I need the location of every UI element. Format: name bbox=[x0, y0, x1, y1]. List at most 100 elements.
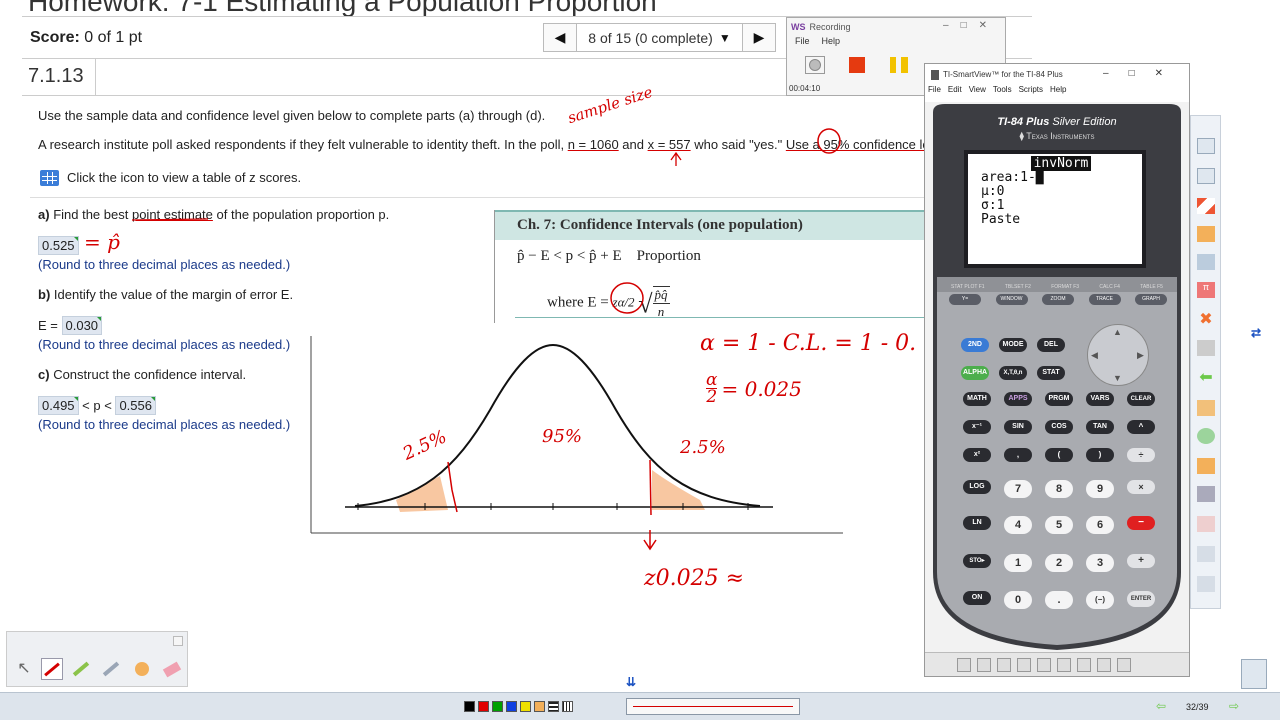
menu-help[interactable]: Help bbox=[1050, 85, 1066, 99]
settings-icon[interactable] bbox=[1097, 657, 1111, 672]
highlighter-icon[interactable] bbox=[1197, 226, 1215, 242]
key-alpha[interactable]: ALPHA bbox=[961, 366, 989, 380]
question-select[interactable]: 8 of 15 (0 complete) ▼ bbox=[577, 23, 742, 52]
key-power[interactable]: ^ bbox=[1127, 420, 1155, 434]
key-0[interactable]: 0 bbox=[1004, 591, 1032, 609]
key-3[interactable]: 3 bbox=[1086, 554, 1114, 572]
app-tray-icon[interactable] bbox=[1241, 659, 1267, 689]
part-c-upper-answer[interactable]: 0.556 bbox=[115, 396, 156, 415]
menu-scripts[interactable]: Scripts bbox=[1019, 85, 1043, 99]
palette-close-icon[interactable] bbox=[173, 636, 183, 646]
key-xtn[interactable]: X,T,θ,n bbox=[999, 366, 1027, 380]
pointer-icon[interactable]: ↖ bbox=[13, 658, 35, 680]
window-controls[interactable]: –□✕ bbox=[1103, 68, 1183, 79]
back-arrow-icon[interactable]: ⬅ bbox=[1197, 370, 1215, 386]
menu-edit[interactable]: Edit bbox=[948, 85, 962, 99]
menu-tools[interactable]: Tools bbox=[993, 85, 1012, 99]
protractor-icon[interactable] bbox=[1197, 428, 1215, 444]
key-clear[interactable]: CLEAR bbox=[1127, 392, 1155, 406]
key-7[interactable]: 7 bbox=[1004, 480, 1032, 498]
part-c-lower-answer[interactable]: 0.495 bbox=[38, 396, 79, 415]
part-a-answer[interactable]: 0.525 bbox=[38, 236, 79, 255]
arrow-left-icon[interactable]: ◀ bbox=[1091, 350, 1098, 361]
key-vars[interactable]: VARS bbox=[1086, 392, 1114, 406]
key-trace[interactable]: TRACE bbox=[1088, 294, 1121, 305]
toolbar-tool-icon[interactable] bbox=[1197, 138, 1215, 154]
key-tan[interactable]: TAN bbox=[1086, 420, 1114, 434]
key-open-paren[interactable]: ( bbox=[1045, 448, 1073, 462]
shape-tool-icon[interactable] bbox=[131, 658, 153, 680]
eraser-icon[interactable] bbox=[161, 658, 183, 680]
key-2[interactable]: 2 bbox=[1045, 554, 1073, 572]
arrow-down-icon[interactable]: ▼ bbox=[1113, 373, 1122, 383]
key-negative[interactable]: (−) bbox=[1086, 591, 1114, 609]
pen-icon[interactable] bbox=[41, 658, 63, 680]
previous-question-button[interactable]: ◀ bbox=[543, 23, 577, 52]
open-icon[interactable] bbox=[977, 657, 991, 672]
menu-help[interactable]: Help bbox=[822, 36, 841, 46]
save-icon[interactable] bbox=[997, 657, 1011, 672]
menu-file[interactable]: File bbox=[795, 36, 810, 46]
emulator-icon[interactable] bbox=[1017, 657, 1031, 672]
key-store[interactable]: STO▸ bbox=[963, 554, 991, 568]
key-sin[interactable]: SIN bbox=[1004, 420, 1032, 434]
key-y-equals[interactable]: Y= bbox=[949, 294, 981, 305]
key-subtract[interactable]: − bbox=[1127, 516, 1155, 530]
camera-icon[interactable] bbox=[1197, 486, 1215, 502]
layout-icon[interactable] bbox=[1117, 657, 1131, 672]
key-multiply[interactable]: × bbox=[1127, 480, 1155, 494]
key-decimal[interactable]: . bbox=[1045, 591, 1073, 609]
color-black[interactable] bbox=[464, 701, 475, 712]
key-comma[interactable]: , bbox=[1004, 448, 1032, 462]
color-blue[interactable] bbox=[506, 701, 517, 712]
color-green[interactable] bbox=[492, 701, 503, 712]
key-close-paren[interactable]: ) bbox=[1086, 448, 1114, 462]
key-2nd[interactable]: 2ND bbox=[961, 338, 989, 352]
key-6[interactable]: 6 bbox=[1086, 516, 1114, 534]
z-table-link[interactable]: Click the icon to view a table of z scor… bbox=[67, 170, 301, 185]
line-style-icon[interactable] bbox=[562, 701, 573, 712]
previous-page-icon[interactable]: ⇦ bbox=[1156, 700, 1168, 712]
key-inverse[interactable]: x⁻¹ bbox=[963, 420, 991, 434]
window-controls[interactable]: –□✕ bbox=[943, 20, 999, 31]
table-icon[interactable] bbox=[1197, 400, 1215, 416]
ruler-icon[interactable] bbox=[1197, 254, 1215, 270]
key-4[interactable]: 4 bbox=[1004, 516, 1032, 534]
key-zoom[interactable]: ZOOM bbox=[1042, 294, 1074, 305]
key-cos[interactable]: COS bbox=[1045, 420, 1073, 434]
key-mode[interactable]: MODE bbox=[999, 338, 1027, 352]
capture-icon[interactable] bbox=[957, 657, 971, 672]
crop-icon[interactable] bbox=[1197, 340, 1215, 356]
view-icon[interactable] bbox=[1077, 657, 1091, 672]
eraser-icon[interactable] bbox=[1197, 516, 1215, 532]
key-9[interactable]: 9 bbox=[1086, 480, 1114, 498]
key-apps[interactable]: APPS bbox=[1004, 392, 1032, 406]
key-del[interactable]: DEL bbox=[1037, 338, 1065, 352]
pi-icon[interactable]: π bbox=[1197, 282, 1215, 298]
next-question-button[interactable]: ▶ bbox=[742, 23, 776, 52]
table-icon[interactable] bbox=[40, 170, 59, 186]
next-page-icon[interactable]: ⇨ bbox=[1229, 700, 1241, 712]
color-red[interactable] bbox=[478, 701, 489, 712]
sync-icon[interactable] bbox=[1037, 657, 1051, 672]
menu-file[interactable]: File bbox=[928, 85, 941, 99]
line-width-icon[interactable] bbox=[548, 701, 559, 712]
stop-button[interactable] bbox=[847, 56, 867, 74]
person-icon[interactable] bbox=[1197, 458, 1215, 474]
highlighter-icon[interactable] bbox=[71, 658, 93, 680]
key-8[interactable]: 8 bbox=[1045, 480, 1073, 498]
key-1[interactable]: 1 bbox=[1004, 554, 1032, 572]
scroll-down-icon[interactable]: ⇊ bbox=[626, 675, 636, 689]
pause-button[interactable] bbox=[889, 56, 909, 74]
key-stat[interactable]: STAT bbox=[1037, 366, 1065, 380]
arrow-pad[interactable]: ▲ ▼ ◀ ▶ bbox=[1087, 324, 1149, 386]
pen-icon[interactable] bbox=[1197, 198, 1215, 214]
expand-panel-icon[interactable]: ⇄ bbox=[1251, 326, 1265, 342]
key-window[interactable]: WINDOW bbox=[995, 294, 1028, 305]
part-b-answer[interactable]: 0.030 bbox=[61, 316, 103, 335]
key-add[interactable]: + bbox=[1127, 554, 1155, 568]
menu-view[interactable]: View bbox=[969, 85, 986, 99]
key-math[interactable]: MATH bbox=[963, 392, 991, 406]
key-ln[interactable]: LN bbox=[963, 516, 991, 530]
arrow-right-icon[interactable]: ▶ bbox=[1137, 350, 1144, 361]
